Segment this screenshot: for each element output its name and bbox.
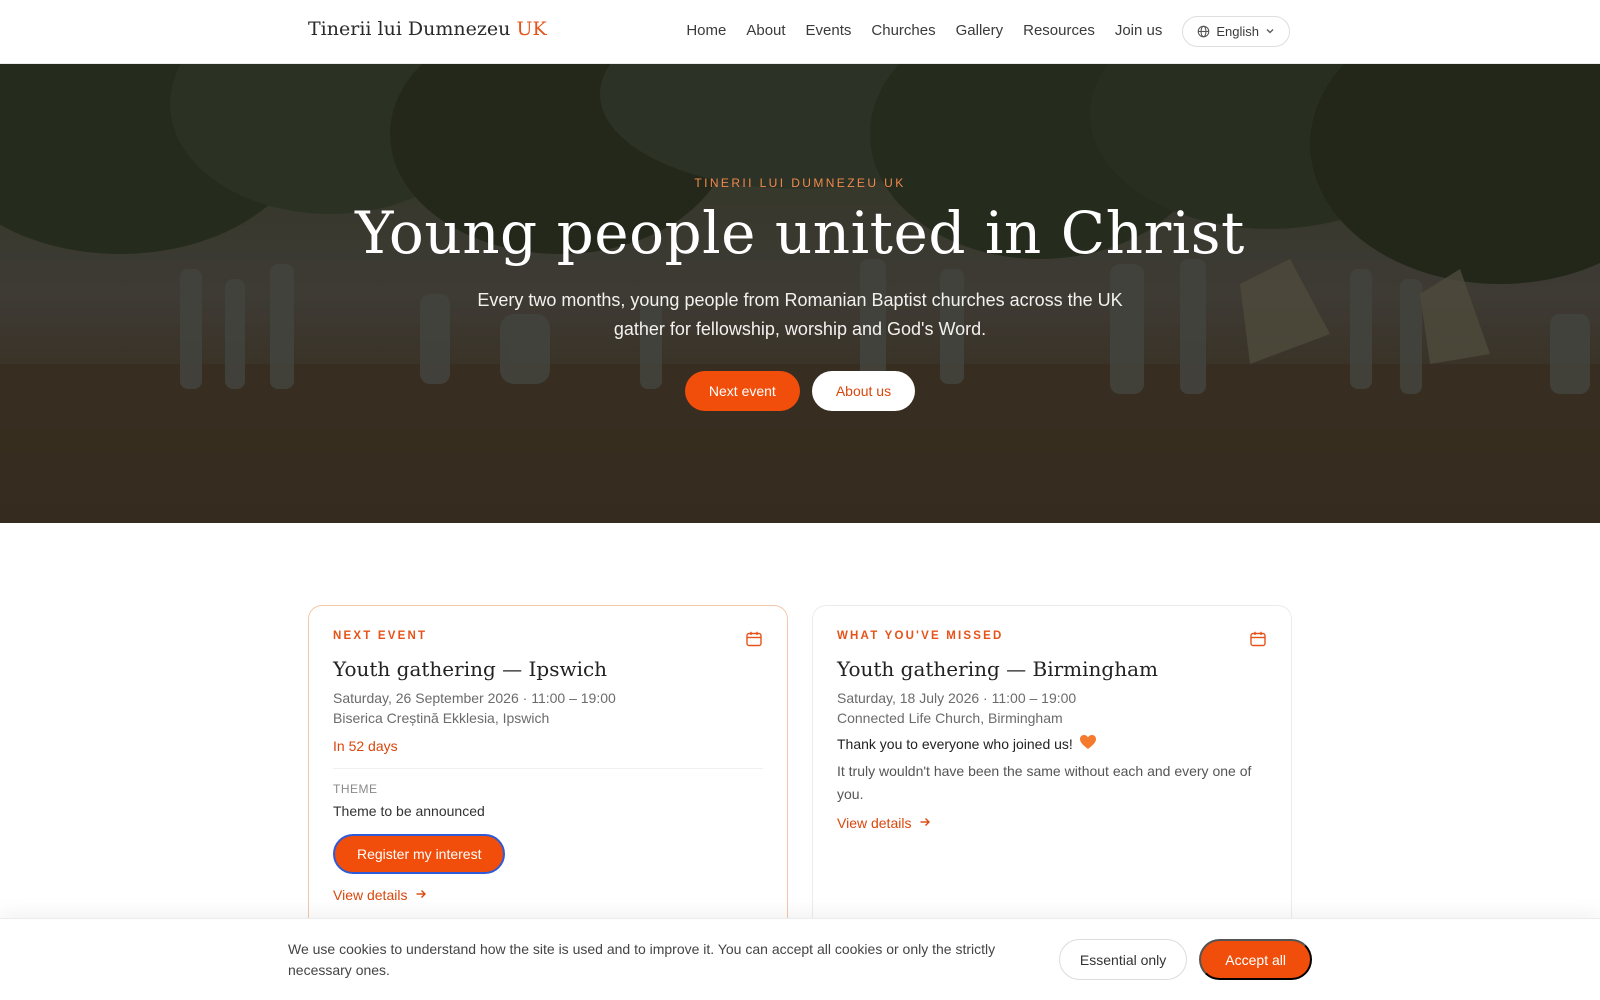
nav-gallery[interactable]: Gallery xyxy=(956,15,1004,47)
missed-event-eyebrow: WHAT YOU'VE MISSED xyxy=(837,630,1004,642)
site-logo[interactable]: Tinerii lui Dumnezeu UK xyxy=(308,18,547,40)
next-event-view-details-link[interactable]: View details xyxy=(333,887,427,903)
nav-resources[interactable]: Resources xyxy=(1023,15,1095,47)
hero-buttons: Next event About us xyxy=(0,371,1600,411)
nav-events[interactable]: Events xyxy=(806,15,852,47)
theme-value: Theme to be announced xyxy=(333,803,485,819)
nav-home[interactable]: Home xyxy=(686,15,726,47)
about-us-button[interactable]: About us xyxy=(811,371,916,411)
view-details-label: View details xyxy=(333,887,408,903)
theme-label: THEME xyxy=(333,782,378,796)
missed-event-view-details-link[interactable]: View details xyxy=(837,815,931,831)
next-event-countdown: In 52 days xyxy=(333,738,398,754)
missed-event-venue: Connected Life Church, Birmingham xyxy=(837,710,1063,726)
register-interest-button[interactable]: Register my interest xyxy=(333,834,506,874)
globe-icon xyxy=(1197,25,1210,38)
cookie-banner: We use cookies to understand how the sit… xyxy=(0,918,1600,1000)
language-label: English xyxy=(1216,23,1259,39)
nav-join-us[interactable]: Join us xyxy=(1115,15,1163,47)
next-event-datetime: Saturday, 26 September 2026 · 11:00 – 19… xyxy=(333,690,616,706)
calendar-icon xyxy=(745,630,763,653)
thanks-text: Thank you to everyone who joined us! xyxy=(837,735,1073,752)
next-event-button[interactable]: Next event xyxy=(684,371,800,411)
next-event-eyebrow: NEXT EVENT xyxy=(333,630,428,642)
language-selector[interactable]: English xyxy=(1182,15,1290,47)
next-event-venue: Biserica Creștină Ekklesia, Ipswich xyxy=(333,710,550,726)
calendar-icon xyxy=(1249,630,1267,653)
nav-churches[interactable]: Churches xyxy=(871,15,935,47)
arrow-right-icon xyxy=(415,887,427,903)
missed-event-datetime: Saturday, 18 July 2026 · 11:00 – 19:00 xyxy=(837,690,1077,706)
main-nav: Home About Events Churches Gallery Resou… xyxy=(666,15,1290,47)
cookie-text: We use cookies to understand how the sit… xyxy=(288,941,996,978)
thanks-body: It truly wouldn't have been the same wit… xyxy=(837,763,1252,802)
hero-section: TINERII LUI DUMNEZEU UK Young people uni… xyxy=(0,64,1600,523)
hero-title: Young people united in Christ xyxy=(355,199,1245,267)
view-details-label: View details xyxy=(837,815,912,831)
thanks-message: Thank you to everyone who joined us! xyxy=(837,734,1097,753)
chevron-down-icon xyxy=(1265,26,1275,36)
next-event-title: Youth gathering — Ipswich xyxy=(333,657,608,681)
accept-all-button[interactable]: Accept all xyxy=(1199,939,1312,980)
brand-accent: UK xyxy=(516,18,547,40)
next-event-card: NEXT EVENT Youth gathering — Ipswich Sat… xyxy=(308,605,788,935)
arrow-right-icon xyxy=(919,815,931,831)
cookie-buttons: Essential only Accept all xyxy=(1058,939,1312,980)
essential-only-button[interactable]: Essential only xyxy=(1058,939,1188,980)
brand-name: Tinerii lui Dumnezeu xyxy=(308,18,511,40)
hero-eyebrow: TINERII LUI DUMNEZEU UK xyxy=(694,176,906,190)
hero-subtitle: Every two months, young people from Roma… xyxy=(477,290,1123,339)
site-header: Tinerii lui Dumnezeu UK Home About Event… xyxy=(0,0,1600,64)
heart-icon xyxy=(1079,734,1097,753)
missed-event-title: Youth gathering — Birmingham xyxy=(837,657,1158,681)
nav-about[interactable]: About xyxy=(746,15,785,47)
card-divider xyxy=(333,768,763,769)
missed-event-card: WHAT YOU'VE MISSED Youth gathering — Bir… xyxy=(812,605,1292,935)
